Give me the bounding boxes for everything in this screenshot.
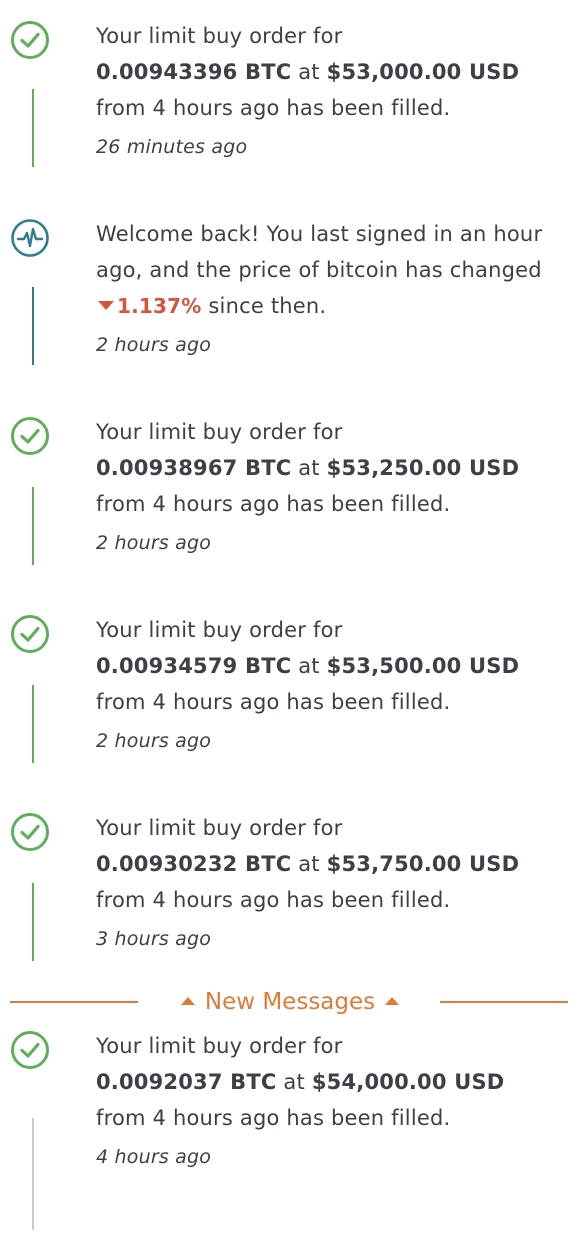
notification-text: Your limit buy order for 0.00930232 BTC … — [96, 810, 566, 957]
notification-message-start: Welcome back! You last signed in an hour… — [96, 222, 543, 282]
order-price: $53,000.00 USD — [326, 60, 520, 84]
notification-text: Your limit buy order for 0.00934579 BTC … — [96, 612, 566, 759]
notification-time: 2 hours ago — [96, 730, 212, 752]
new-messages-label: New Messages — [204, 989, 376, 1015]
notification-tail: from 4 hours ago has been filled. — [96, 492, 451, 516]
caret-up-icon — [180, 996, 195, 1005]
timeline-line — [32, 89, 34, 167]
notification-time: 2 hours ago — [96, 334, 212, 356]
notification-text: Your limit buy order for 0.00938967 BTC … — [96, 414, 566, 561]
notification-text: Welcome back! You last signed in an hour… — [96, 216, 566, 363]
caret-up-icon — [385, 996, 400, 1005]
price-change: 1.137% — [117, 294, 202, 318]
order-amount: 0.00938967 BTC — [96, 456, 292, 480]
order-amount: 0.0092037 BTC — [96, 1070, 277, 1094]
order-price: $53,750.00 USD — [326, 852, 520, 876]
notification-intro: Your limit buy order for — [96, 618, 343, 642]
timeline-line — [32, 1118, 34, 1230]
notification-intro: Your limit buy order for — [96, 816, 343, 840]
notification-item[interactable]: Your limit buy order for 0.00943396 BTC … — [0, 0, 580, 198]
notification-at: at — [283, 1070, 305, 1094]
order-amount: 0.00930232 BTC — [96, 852, 292, 876]
notification-time: 4 hours ago — [96, 1146, 212, 1168]
order-price: $53,500.00 USD — [326, 654, 520, 678]
pulse-icon — [10, 218, 50, 258]
notification-item[interactable]: Welcome back! You last signed in an hour… — [0, 198, 580, 396]
notification-tail: from 4 hours ago has been filled. — [96, 96, 451, 120]
order-amount: 0.00934579 BTC — [96, 654, 292, 678]
notification-text: Your limit buy order for 0.00943396 BTC … — [96, 18, 566, 165]
notification-feed: Your limit buy order for 0.00943396 BTC … — [0, 0, 580, 1240]
notification-intro: Your limit buy order for — [96, 24, 343, 48]
divider-rule-left — [10, 1001, 138, 1003]
order-price: $53,250.00 USD — [326, 456, 520, 480]
notification-at: at — [298, 456, 320, 480]
notification-at: at — [298, 852, 320, 876]
check-circle-icon — [10, 20, 50, 60]
notification-time: 2 hours ago — [96, 532, 212, 554]
notification-time: 3 hours ago — [96, 928, 212, 950]
caret-down-icon — [98, 300, 114, 310]
notification-item[interactable]: Your limit buy order for 0.00938967 BTC … — [0, 396, 580, 594]
notification-item[interactable]: Your limit buy order for 0.0092037 BTC a… — [0, 1030, 580, 1240]
divider-label-group: New Messages — [150, 984, 430, 1020]
divider-rule-right — [440, 1001, 568, 1003]
notification-intro: Your limit buy order for — [96, 1034, 343, 1058]
notification-text: Your limit buy order for 0.0092037 BTC a… — [96, 1028, 566, 1175]
notification-tail: from 4 hours ago has been filled. — [96, 1106, 451, 1130]
check-circle-icon — [10, 1030, 50, 1070]
order-price: $54,000.00 USD — [311, 1070, 505, 1094]
notification-item[interactable]: Your limit buy order for 0.00934579 BTC … — [0, 594, 580, 792]
notification-tail: from 4 hours ago has been filled. — [96, 888, 451, 912]
notification-intro: Your limit buy order for — [96, 420, 343, 444]
timeline-line — [32, 883, 34, 961]
timeline-line — [32, 487, 34, 565]
new-messages-divider: New Messages — [0, 984, 580, 1020]
check-circle-icon — [10, 812, 50, 852]
notification-tail: from 4 hours ago has been filled. — [96, 690, 451, 714]
notification-message-end: since then. — [208, 294, 327, 318]
notification-at: at — [298, 654, 320, 678]
notification-item[interactable]: Your limit buy order for 0.00930232 BTC … — [0, 792, 580, 982]
notification-time: 26 minutes ago — [96, 136, 248, 158]
check-circle-icon — [10, 614, 50, 654]
order-amount: 0.00943396 BTC — [96, 60, 292, 84]
notification-at: at — [298, 60, 320, 84]
timeline-line — [32, 685, 34, 763]
check-circle-icon — [10, 416, 50, 456]
timeline-line — [32, 287, 34, 365]
